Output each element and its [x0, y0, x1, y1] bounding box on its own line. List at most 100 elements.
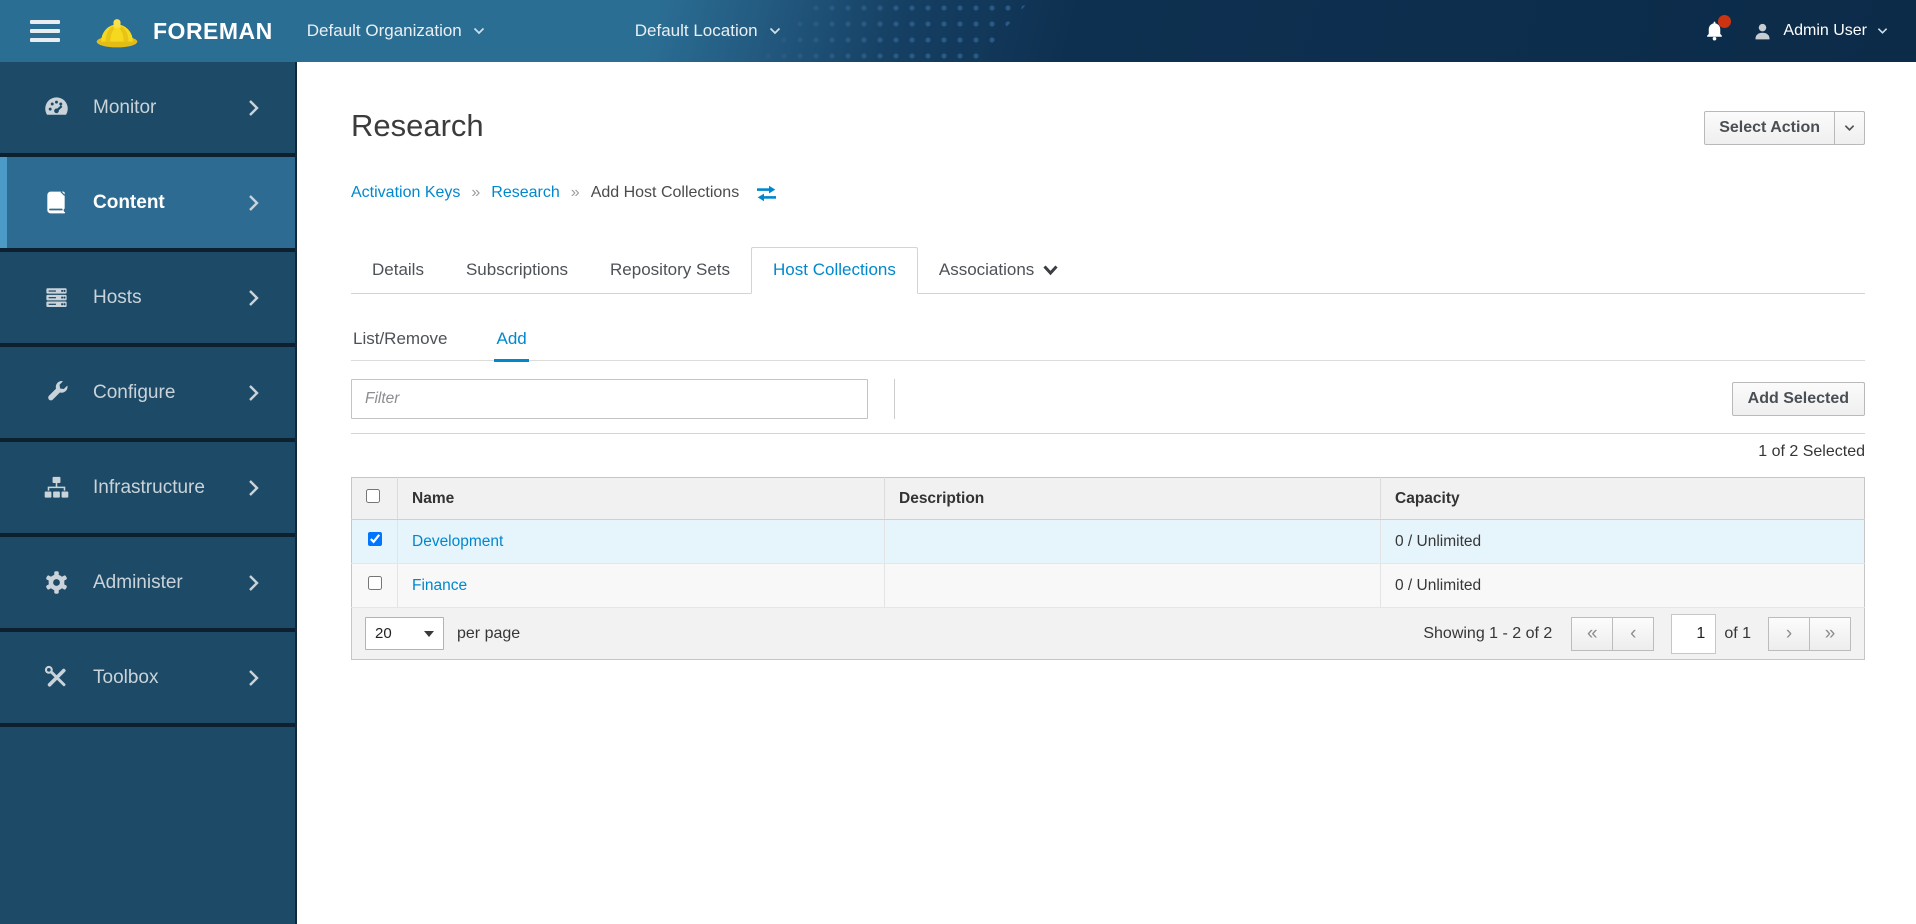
chevron-down-icon	[1877, 27, 1888, 35]
pagination-bar: 20 per page Showing 1 - 2 of 2 « ‹ of 1 …	[351, 608, 1865, 660]
per-page-select[interactable]: 20	[365, 617, 444, 650]
location-label: Default Location	[634, 21, 758, 40]
sitemap-icon	[40, 474, 72, 501]
notification-badge	[1718, 15, 1732, 28]
sidebar-item-administer[interactable]: Administer	[0, 537, 295, 632]
breadcrumb-link-research[interactable]: Research	[491, 184, 559, 202]
tab-details[interactable]: Details	[351, 248, 445, 293]
tab-repository-sets[interactable]: Repository Sets	[589, 248, 751, 293]
organization-label: Default Organization	[306, 21, 462, 40]
swap-arrows-icon[interactable]	[755, 185, 778, 202]
showing-summary: Showing 1 - 2 of 2	[1423, 624, 1553, 642]
section-divider	[351, 433, 1865, 434]
notifications-button[interactable]	[1703, 15, 1732, 43]
pagination-back-group: « ‹	[1571, 616, 1655, 651]
tab-label: Host Collections	[773, 260, 896, 279]
subtab-add[interactable]: Add	[494, 321, 529, 362]
pagination-forward-group: › »	[1768, 616, 1851, 651]
sidebar-item-content[interactable]: Content	[0, 157, 295, 252]
capacity-cell: 0 / Unlimited	[1380, 519, 1865, 564]
gauge-icon	[40, 94, 72, 121]
brand-logo[interactable]: FOREMAN	[94, 13, 273, 50]
wrench-icon	[40, 379, 72, 406]
breadcrumb-separator: »	[471, 184, 481, 201]
per-page-label: per page	[457, 624, 521, 642]
gear-icon	[40, 569, 72, 596]
chevron-right-icon	[246, 573, 261, 593]
select-action-caret-button[interactable]	[1834, 111, 1865, 145]
sidebar-item-configure[interactable]: Configure	[0, 347, 295, 442]
hamburger-icon[interactable]	[30, 20, 60, 42]
breadcrumb-link-activation-keys[interactable]: Activation Keys	[351, 184, 460, 202]
tab-host-collections[interactable]: Host Collections	[751, 247, 918, 294]
per-page-value: 20	[375, 625, 392, 642]
first-page-button[interactable]: «	[1571, 616, 1614, 651]
table-row-development[interactable]: Development 0 / Unlimited	[351, 519, 1865, 564]
main-content: Research Select Action Activation Keys »…	[299, 62, 1916, 924]
sidebar-item-label: Configure	[93, 381, 176, 403]
subtab-bar: List/Remove Add	[351, 321, 1865, 362]
sidebar-item-infrastructure[interactable]: Infrastructure	[0, 442, 295, 537]
sidebar-item-label: Administer	[93, 571, 183, 593]
description-cell	[884, 519, 1381, 564]
column-header-description: Description	[884, 477, 1381, 520]
sidebar-item-label: Toolbox	[93, 666, 159, 688]
user-name: Admin User	[1783, 22, 1867, 39]
chevron-right-icon	[246, 288, 261, 308]
brand-name: FOREMAN	[153, 17, 273, 44]
current-page-input[interactable]	[1671, 613, 1717, 654]
host-collection-link[interactable]: Finance	[412, 577, 467, 594]
row-checkbox[interactable]	[367, 532, 382, 546]
row-checkbox[interactable]	[367, 576, 382, 590]
user-menu[interactable]: Admin User	[1752, 21, 1888, 42]
table-row-finance[interactable]: Finance 0 / Unlimited	[351, 563, 1865, 608]
servers-icon	[40, 284, 72, 311]
filter-input[interactable]	[351, 379, 868, 419]
sidebar-item-label: Content	[93, 191, 165, 213]
chevron-down-icon	[769, 27, 781, 35]
sidebar-item-toolbox[interactable]: Toolbox	[0, 632, 295, 727]
organization-dropdown[interactable]: Default Organization	[307, 21, 485, 41]
host-collection-link[interactable]: Development	[412, 533, 503, 550]
breadcrumb-separator: »	[570, 184, 580, 201]
description-cell	[884, 563, 1381, 608]
sidebar-item-label: Infrastructure	[93, 476, 205, 498]
toolbar-divider	[894, 379, 895, 419]
sidebar-navigation: Monitor Content Hosts Configure Infrastr…	[0, 62, 297, 924]
chevron-right-icon	[246, 383, 261, 403]
subtab-list-remove[interactable]: List/Remove	[351, 321, 449, 362]
last-page-button[interactable]: »	[1809, 616, 1851, 651]
tab-subscriptions[interactable]: Subscriptions	[445, 248, 589, 293]
selection-summary: 1 of 2 Selected	[1758, 443, 1865, 460]
select-action-button[interactable]: Select Action	[1704, 111, 1835, 145]
add-selected-button[interactable]: Add Selected	[1731, 382, 1865, 416]
book-icon	[40, 189, 72, 216]
caret-down-icon	[424, 630, 434, 637]
tab-label: Repository Sets	[610, 260, 731, 279]
previous-page-button[interactable]: ‹	[1612, 616, 1655, 651]
table-header-row: Name Description Capacity	[351, 477, 1865, 520]
sidebar-item-label: Monitor	[93, 96, 157, 118]
tab-label: Details	[372, 260, 424, 279]
tools-icon	[40, 664, 72, 691]
sidebar-item-label: Hosts	[93, 286, 142, 308]
chevron-right-icon	[246, 478, 261, 498]
location-dropdown[interactable]: Default Location	[635, 21, 781, 41]
select-action-split-button: Select Action	[1704, 111, 1865, 145]
tab-label: Associations	[938, 260, 1035, 279]
page-title: Research	[351, 108, 484, 143]
breadcrumb-current: Add Host Collections	[590, 184, 740, 201]
hardhat-icon	[94, 13, 140, 50]
column-header-capacity: Capacity	[1380, 477, 1865, 520]
tab-associations[interactable]: Associations	[918, 248, 1079, 293]
breadcrumb: Activation Keys » Research » Add Host Co…	[351, 184, 1865, 202]
chevron-down-icon	[473, 27, 485, 35]
capacity-cell: 0 / Unlimited	[1380, 563, 1865, 608]
column-header-name: Name	[397, 477, 885, 520]
sidebar-item-monitor[interactable]: Monitor	[0, 62, 295, 157]
sidebar-item-hosts[interactable]: Hosts	[0, 252, 295, 347]
next-page-button[interactable]: ›	[1768, 616, 1810, 651]
host-collections-table: Name Description Capacity Development 0 …	[351, 477, 1865, 608]
caret-down-icon	[1043, 264, 1058, 276]
select-all-checkbox[interactable]	[366, 489, 380, 503]
